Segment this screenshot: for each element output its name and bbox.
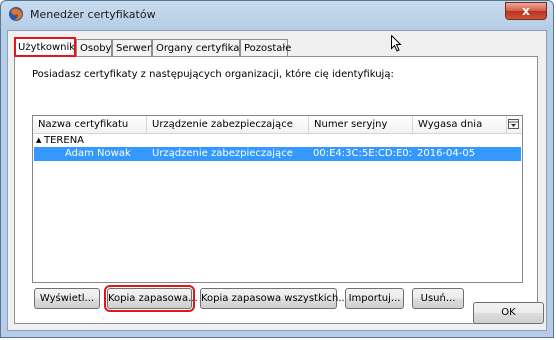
certificate-tree[interactable]: Nazwa certyfikatu Urządzenie zabezpiecza… bbox=[32, 115, 523, 283]
view-button[interactable]: Wyświetl... bbox=[34, 288, 100, 309]
cell-device: Urządzenie zabezpieczające bbox=[152, 148, 293, 159]
expanded-triangle-icon[interactable]: ▲ bbox=[36, 134, 41, 147]
backup-all-button[interactable]: Kopia zapasowa wszystkich... bbox=[200, 288, 348, 309]
tab-servers[interactable]: Serwery bbox=[112, 39, 157, 56]
tab-user[interactable]: Użytkownik bbox=[14, 37, 76, 57]
title-bar[interactable]: Menedżer certyfikatów x bbox=[1, 1, 553, 28]
cell-serial: 00:E4:3C:5E:CD:E0:83:3... bbox=[313, 148, 413, 159]
tab-authorities[interactable]: Organy certyfikacji bbox=[152, 39, 250, 56]
dialog-client-area: Użytkownik Osoby Serwery Organy certyfik… bbox=[7, 30, 547, 331]
tab-panel-user: Posiadasz certyfikaty z następujących or… bbox=[14, 56, 538, 324]
mouse-cursor-icon bbox=[391, 35, 402, 52]
tab-others[interactable]: Pozostałe bbox=[240, 39, 291, 56]
delete-button[interactable]: Usuń... bbox=[412, 288, 464, 309]
table-row[interactable]: Adam Nowak Urządzenie zabezpieczające 00… bbox=[34, 147, 521, 161]
column-header-name[interactable]: Nazwa certyfikatu bbox=[33, 116, 147, 133]
backup-button[interactable]: Kopia zapasowa... bbox=[104, 285, 198, 312]
close-icon: x bbox=[522, 4, 530, 18]
firefox-icon bbox=[9, 7, 23, 21]
column-header-expires[interactable]: Wygasa dnia bbox=[413, 116, 507, 133]
cell-name: Adam Nowak bbox=[65, 148, 131, 159]
group-label: TERENA bbox=[44, 135, 85, 146]
column-picker-icon[interactable] bbox=[508, 119, 519, 129]
ok-button[interactable]: OK bbox=[473, 302, 544, 324]
cell-expires: 2016-04-05 bbox=[417, 148, 476, 159]
close-button[interactable]: x bbox=[505, 2, 547, 20]
window-title: Menedżer certyfikatów bbox=[30, 8, 156, 21]
certificate-manager-window: Menedżer certyfikatów x Użytkownik Osoby… bbox=[0, 0, 554, 338]
column-header-device[interactable]: Urządzenie zabezpieczające bbox=[147, 116, 309, 133]
tab-people[interactable]: Osoby bbox=[76, 39, 112, 56]
column-header-serial[interactable]: Numer seryjny bbox=[309, 116, 413, 133]
intro-text: Posiadasz certyfikaty z następujących or… bbox=[32, 69, 394, 80]
tree-header: Nazwa certyfikatu Urządzenie zabezpiecza… bbox=[33, 116, 522, 134]
import-button[interactable]: Importuj... bbox=[345, 288, 404, 309]
